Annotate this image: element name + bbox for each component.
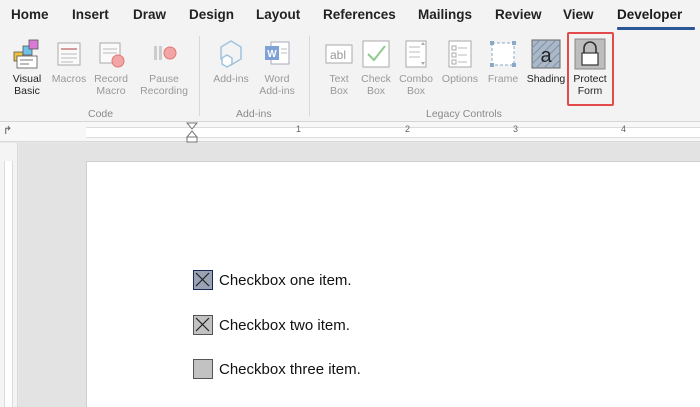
shading-button[interactable]: a Shading [523,38,569,85]
horizontal-ruler[interactable]: ↱ 1 2 3 4 [0,122,700,144]
ruler-number: 1 [296,124,302,134]
checkbox-row-two: Checkbox two item. [193,314,350,336]
checkbox-checked-icon [195,272,210,287]
ruler-page-area [86,127,700,138]
vertical-ruler[interactable] [0,143,18,407]
pause-recording-label: Pause Recording [140,73,188,97]
check-box-icon [362,40,390,68]
combo-box-button[interactable]: Combo Box [393,38,439,97]
group-separator [309,36,310,116]
checkbox-two[interactable] [193,315,213,335]
combo-box-icon [405,40,427,68]
options-button[interactable]: Options [437,38,483,85]
tab-stop-icon[interactable]: ↱ [3,124,12,137]
group-label-legacy-controls: Legacy Controls [426,108,502,120]
checkbox-three-label: Checkbox three item. [219,360,361,378]
visual-basic-label: Visual Basic [12,73,42,97]
checkbox-one[interactable] [193,270,213,290]
record-macro-button[interactable]: Record Macro [88,38,134,97]
svg-text:abl: abl [330,48,346,62]
macros-button[interactable]: Macros [46,38,92,85]
tab-developer[interactable]: Developer [617,7,682,22]
word-add-ins-button[interactable]: W Word Add-ins [254,38,300,97]
visual-basic-icon [13,39,39,69]
pause-recording-icon [154,46,177,60]
word-add-ins-icon: W [265,41,290,65]
group-label-code: Code [88,108,114,120]
indent-marker-icon[interactable] [185,122,199,144]
visual-basic-button[interactable]: Visual Basic [4,38,50,97]
tab-layout[interactable]: Layout [256,7,300,22]
protect-form-highlight [567,32,614,106]
frame-button[interactable]: Frame [480,38,526,85]
ruler-number: 2 [405,124,411,134]
checkbox-two-label: Checkbox two item. [219,316,350,334]
group-label-add-ins: Add-ins [236,108,272,120]
combo-box-label: Combo Box [399,73,433,97]
tab-view[interactable]: View [563,7,594,22]
ribbon-tabs: Home Insert Draw Design Layout Reference… [0,0,700,30]
record-macro-label: Record Macro [94,73,128,97]
tab-design[interactable]: Design [189,7,234,22]
tab-insert[interactable]: Insert [72,7,109,22]
ruler-number: 3 [513,124,519,134]
pause-recording-button[interactable]: Pause Recording [136,38,192,97]
record-macro-icon [99,42,125,68]
word-add-ins-label: Word Add-ins [259,73,295,97]
macros-icon [57,42,81,66]
tab-review[interactable]: Review [495,7,542,22]
add-ins-icon [220,40,242,68]
shading-label: Shading [526,73,566,85]
options-icon [448,40,472,68]
add-ins-label: Add-ins [213,73,249,85]
checkbox-one-label: Checkbox one item. [219,271,352,289]
svg-text:a: a [540,45,552,67]
checkbox-row-three: Checkbox three item. [193,358,361,380]
checkbox-three[interactable] [193,359,213,379]
frame-label: Frame [487,73,519,85]
options-label: Options [441,73,479,85]
tab-mailings[interactable]: Mailings [418,7,472,22]
vertical-ruler-page-area [4,161,13,407]
checkbox-row-one: Checkbox one item. [193,269,352,291]
checkbox-checked-icon [195,317,210,332]
frame-icon [490,41,516,67]
tab-draw[interactable]: Draw [133,7,166,22]
text-box-icon: abl [325,44,353,64]
ruler-number: 4 [621,124,627,134]
add-ins-button[interactable]: Add-ins [208,38,254,85]
shading-icon: a [531,39,561,69]
macros-label: Macros [51,73,87,85]
tab-references[interactable]: References [323,7,396,22]
document-page[interactable] [86,161,700,407]
group-separator [199,36,200,116]
svg-text:W: W [267,49,277,60]
tab-home[interactable]: Home [11,7,49,22]
